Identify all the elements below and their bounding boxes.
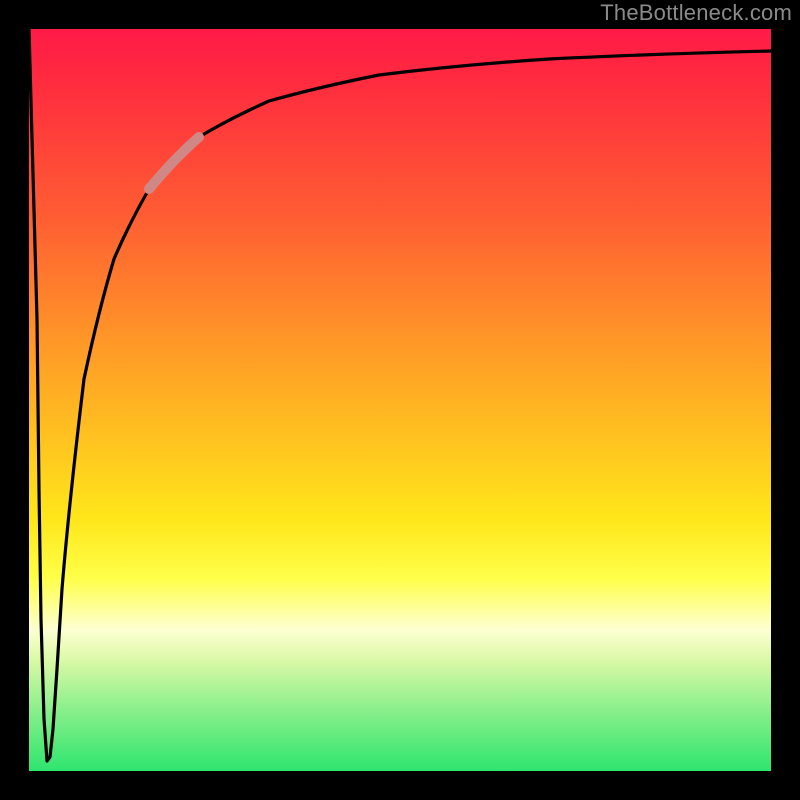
watermark-text: TheBottleneck.com [600,0,792,26]
highlight-segment [149,137,199,189]
plot-area [29,29,771,771]
chart-svg [29,29,771,771]
bottleneck-curve [29,29,771,761]
chart-frame: TheBottleneck.com [0,0,800,800]
